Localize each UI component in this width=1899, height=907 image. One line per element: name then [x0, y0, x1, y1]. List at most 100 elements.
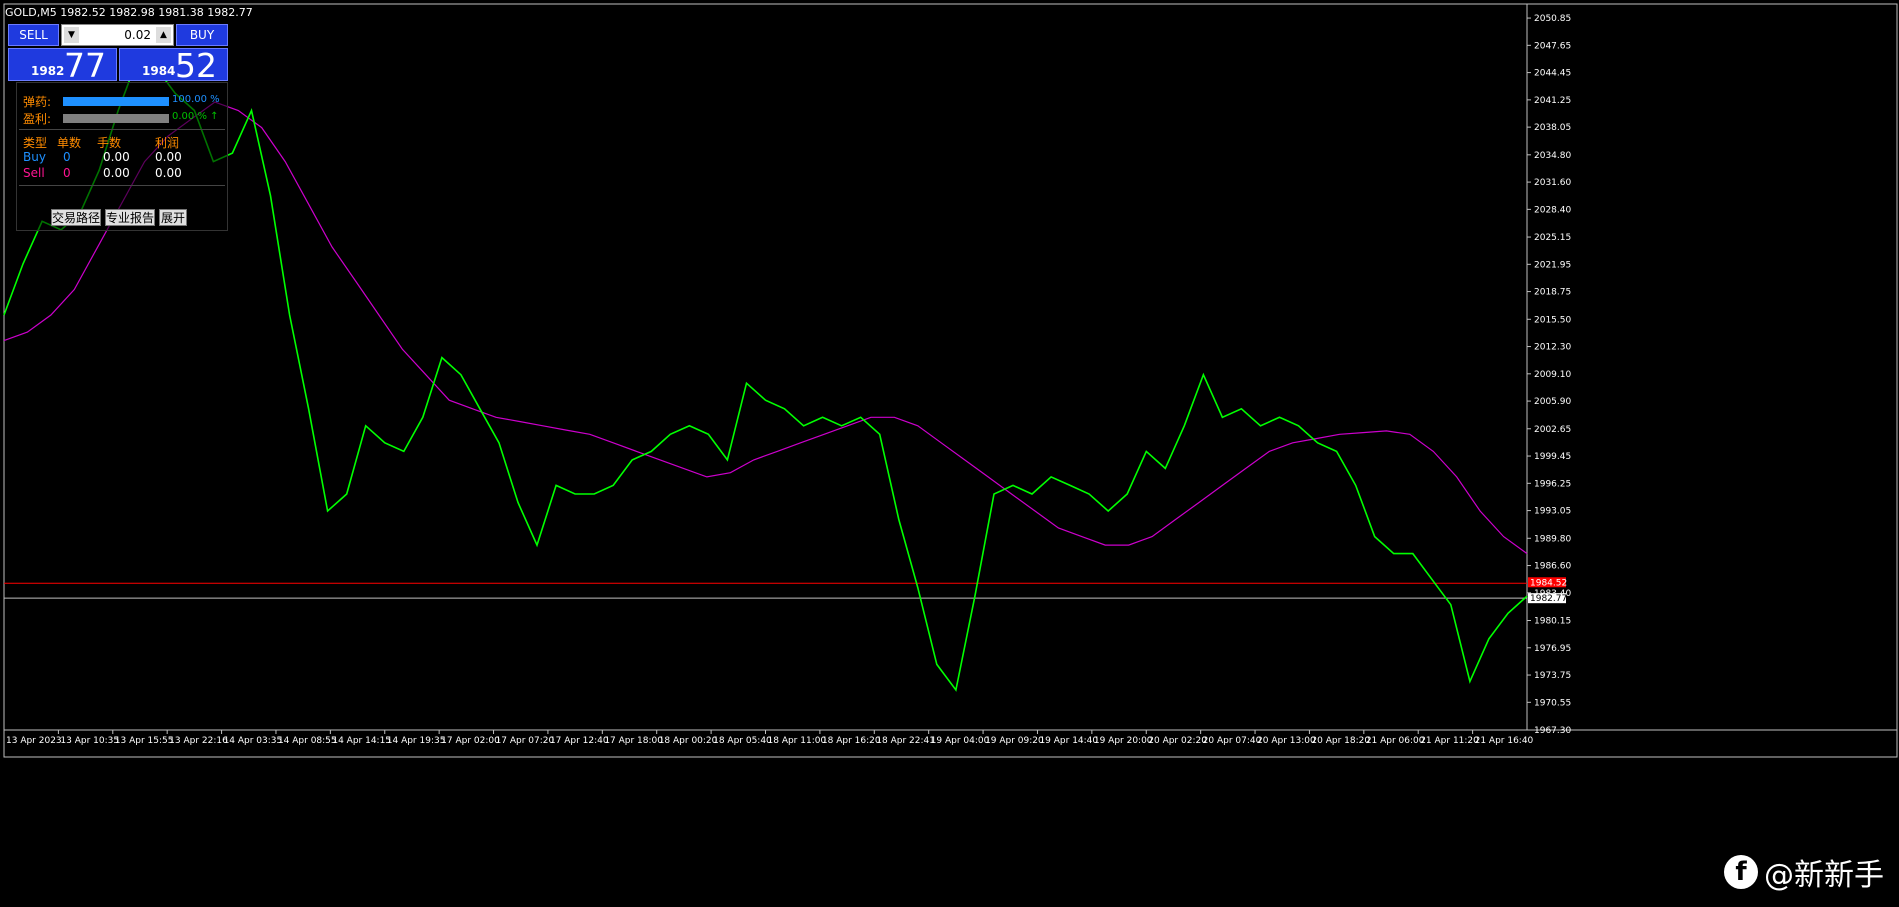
time-tick-label: 13 Apr 2023: [6, 736, 62, 746]
col-type-header: 类型: [23, 136, 48, 150]
price-tick-label: 2005.90: [1534, 397, 1571, 407]
account-info-panel: 弹药: 100.00 % 盈利: 0.00 % ↑ 类型 单数 手数 利润 Bu…: [16, 82, 228, 231]
time-tick-label: 18 Apr 05:40: [713, 736, 772, 746]
buy-row-lots: 0.00: [103, 150, 130, 164]
time-tick-label: 14 Apr 08:55: [278, 736, 337, 746]
price-tick-label: 2015.50: [1534, 315, 1571, 325]
time-tick-label: 21 Apr 06:00: [1366, 736, 1425, 746]
price-tick-label: 2028.40: [1534, 205, 1571, 215]
price-tick-label: 1976.95: [1534, 644, 1571, 654]
time-tick-label: 18 Apr 00:20: [659, 736, 718, 746]
time-tick-label: 21 Apr 16:40: [1475, 736, 1534, 746]
profit-value: 0.00 % ↑: [172, 111, 219, 122]
sell-row-orders: 0: [63, 166, 71, 180]
price-tick-label: 1980.15: [1534, 617, 1571, 627]
profit-bar: [63, 114, 169, 123]
price-tick-label: 2050.85: [1534, 14, 1571, 24]
ammo-label: 弹药:: [23, 95, 52, 109]
price-tick-label: 1967.30: [1534, 726, 1571, 736]
price-tick-label: 2018.75: [1534, 288, 1571, 298]
lot-decrease-icon[interactable]: ▼: [64, 27, 79, 43]
price-tick-label: 2021.95: [1534, 260, 1571, 270]
time-tick-label: 18 Apr 11:00: [768, 736, 827, 746]
col-orders-header: 单数: [57, 136, 82, 150]
divider: [19, 185, 225, 186]
ammo-bar: [63, 97, 169, 106]
time-tick-label: 13 Apr 15:55: [115, 736, 174, 746]
price-tick-label: 2009.10: [1534, 370, 1571, 380]
time-tick-label: 14 Apr 03:35: [224, 736, 283, 746]
buy-row-profit: 0.00: [155, 150, 182, 164]
ammo-bar-fill: [63, 97, 169, 106]
ammo-value: 100.00 %: [172, 94, 220, 105]
time-tick-label: 17 Apr 18:00: [604, 736, 663, 746]
lot-size-input[interactable]: ▼ 0.02 ▲: [61, 24, 174, 46]
price-tick-label: 1970.55: [1534, 698, 1571, 708]
price-tick-label: 2025.15: [1534, 233, 1571, 243]
price-line: [3, 58, 1528, 692]
time-tick-label: 17 Apr 02:00: [441, 736, 500, 746]
one-click-trading-panel: SELL ▼ 0.02 ▲ BUY 1982 77 1984 52: [8, 24, 228, 85]
time-tick-label: 20 Apr 18:20: [1311, 736, 1370, 746]
time-tick-label: 19 Apr 20:00: [1094, 736, 1153, 746]
time-tick-label: 19 Apr 14:40: [1039, 736, 1098, 746]
price-tick-label: 1989.80: [1534, 534, 1571, 544]
sell-button[interactable]: SELL: [8, 24, 59, 46]
time-tick-label: 18 Apr 16:20: [822, 736, 881, 746]
buy-row-orders: 0: [63, 150, 71, 164]
price-tick-label: 2041.25: [1534, 96, 1571, 106]
price-tick-label: 2012.30: [1534, 343, 1571, 353]
price-tick-label: 2038.05: [1534, 123, 1571, 133]
facebook-icon: f: [1724, 855, 1758, 889]
time-tick-label: 20 Apr 13:00: [1257, 736, 1316, 746]
buy-row-label: Buy: [23, 150, 46, 164]
price-chart[interactable]: 2050.85 2047.65 2044.45 2041.25 2038.05 2034.…: [0, 0, 1899, 907]
bid-price-label: 1982.77: [1530, 594, 1567, 604]
trade-path-button[interactable]: 交易路径: [51, 209, 101, 226]
lot-value[interactable]: 0.02: [124, 28, 151, 42]
watermark: f @新新手: [1724, 850, 1884, 894]
divider: [19, 129, 225, 130]
expand-button[interactable]: 展开: [159, 209, 187, 226]
sell-row-lots: 0.00: [103, 166, 130, 180]
time-tick-label: 21 Apr 11:20: [1420, 736, 1479, 746]
time-tick-label: 13 Apr 10:35: [60, 736, 119, 746]
buy-quote[interactable]: 1984 52: [119, 46, 228, 85]
price-tick-label: 1986.60: [1534, 562, 1571, 572]
sell-quote[interactable]: 1982 77: [8, 46, 117, 85]
time-tick-label: 14 Apr 19:35: [387, 736, 446, 746]
chart-frame: [3, 3, 1898, 758]
buy-quote-big: 52: [175, 46, 217, 85]
price-tick-label: 1999.45: [1534, 452, 1571, 462]
price-tick-label: 1996.25: [1534, 479, 1571, 489]
ask-price-label: 1984.52: [1530, 578, 1567, 588]
moving-average-line: [3, 101, 1528, 555]
watermark-text: @新新手: [1764, 858, 1884, 893]
sell-quote-big: 77: [64, 46, 106, 85]
price-tick-label: 2044.45: [1534, 69, 1571, 79]
time-tick-label: 19 Apr 09:20: [985, 736, 1044, 746]
col-lots-header: 手数: [97, 136, 122, 150]
price-tick-label: 1973.75: [1534, 671, 1571, 681]
price-tick-label: 2034.80: [1534, 151, 1571, 161]
time-tick-label: 20 Apr 07:40: [1203, 736, 1262, 746]
price-tick-label: 1993.05: [1534, 507, 1571, 517]
sell-row-label: Sell: [23, 166, 45, 180]
time-tick-label: 17 Apr 07:20: [496, 736, 555, 746]
buy-quote-small: 1984: [142, 64, 176, 78]
sell-row-profit: 0.00: [155, 166, 182, 180]
time-tick-label: 13 Apr 22:16: [169, 736, 228, 746]
time-tick-label: 19 Apr 04:00: [931, 736, 990, 746]
profit-bar-fill: [63, 114, 169, 123]
price-tick-label: 2031.60: [1534, 178, 1571, 188]
time-tick-label: 20 Apr 02:20: [1148, 736, 1207, 746]
col-profit-header: 利润: [155, 136, 180, 150]
pro-report-button[interactable]: 专业报告: [105, 209, 155, 226]
time-tick-label: 18 Apr 22:41: [876, 736, 935, 746]
symbol-title: GOLD,M5 1982.52 1982.98 1981.38 1982.77: [5, 6, 253, 19]
time-tick-label: 14 Apr 14:15: [332, 736, 391, 746]
price-tick-label: 2047.65: [1534, 41, 1571, 51]
buy-button[interactable]: BUY: [176, 24, 228, 46]
price-tick-label: 2002.65: [1534, 425, 1571, 435]
lot-increase-icon[interactable]: ▲: [156, 27, 171, 43]
